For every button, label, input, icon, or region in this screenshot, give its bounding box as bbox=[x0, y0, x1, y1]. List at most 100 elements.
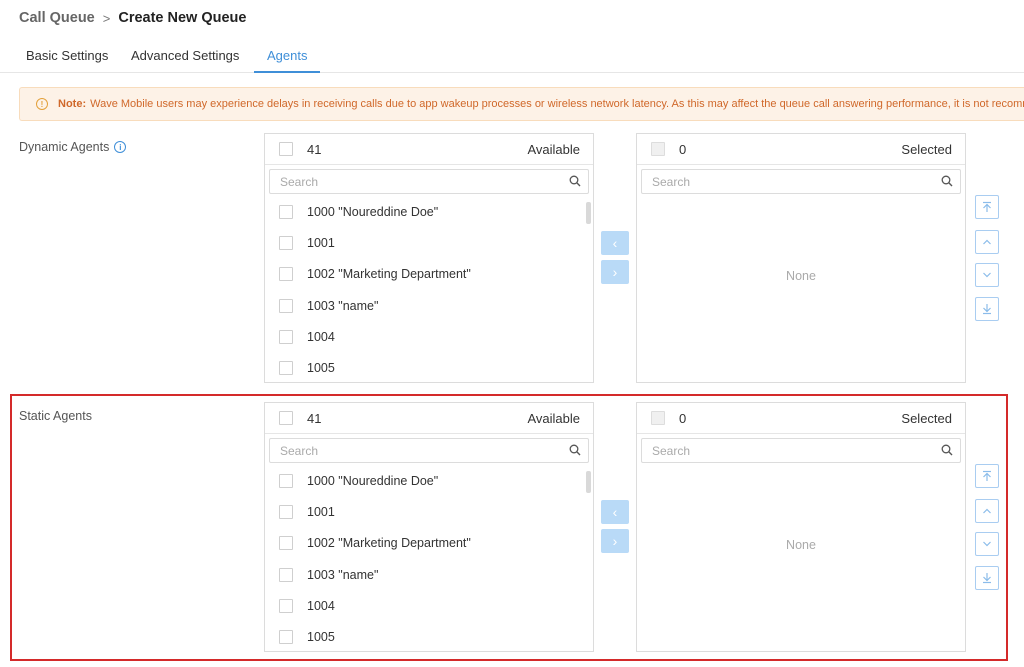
list-item[interactable]: 1002 "Marketing Department" bbox=[265, 528, 581, 559]
search-box bbox=[641, 169, 961, 194]
dynamic-selected-panel: 0 Selected None bbox=[636, 133, 966, 383]
item-checkbox[interactable] bbox=[279, 267, 293, 282]
panel-header: 41 Available bbox=[265, 134, 593, 165]
dynamic-agents-label-text: Dynamic Agents bbox=[19, 140, 110, 154]
dynamic-agents-label: Dynamic Agents i bbox=[19, 140, 127, 154]
item-label: 1000 "Noureddine Doe" bbox=[307, 473, 439, 488]
move-right-button[interactable]: › bbox=[601, 260, 629, 284]
item-checkbox[interactable] bbox=[279, 298, 293, 313]
available-count: 41 bbox=[307, 141, 322, 157]
move-bottom-icon bbox=[983, 304, 991, 315]
tab-basic-settings[interactable]: Basic Settings bbox=[26, 48, 108, 73]
item-checkbox[interactable] bbox=[279, 504, 293, 519]
search-icon[interactable] bbox=[569, 175, 581, 187]
item-label: 1003 "name" bbox=[307, 298, 379, 313]
move-down-button[interactable] bbox=[975, 532, 999, 556]
move-right-button[interactable]: › bbox=[601, 529, 629, 553]
search-icon[interactable] bbox=[941, 444, 953, 456]
search-box bbox=[269, 438, 589, 463]
agent-list: 1000 "Noureddine Doe" 1001 1002 "Marketi… bbox=[265, 465, 581, 653]
item-checkbox[interactable] bbox=[279, 235, 293, 250]
item-checkbox[interactable] bbox=[279, 598, 293, 613]
list-item[interactable]: 1000 "Noureddine Doe" bbox=[265, 465, 581, 496]
item-checkbox[interactable] bbox=[279, 567, 293, 582]
dynamic-available-panel: 41 Available 1000 "Noureddine Doe" 1001 … bbox=[264, 133, 594, 383]
item-checkbox[interactable] bbox=[279, 329, 293, 344]
list-item[interactable]: 1000 "Noureddine Doe" bbox=[265, 196, 581, 227]
breadcrumb-separator: > bbox=[102, 10, 111, 26]
move-bottom-button[interactable] bbox=[975, 566, 999, 590]
page-title: Create New Queue bbox=[118, 10, 247, 26]
breadcrumb-parent[interactable]: Call Queue bbox=[19, 10, 95, 26]
list-item[interactable]: 1001 bbox=[265, 496, 581, 527]
item-label: 1001 bbox=[307, 235, 335, 250]
item-label: 1001 bbox=[307, 504, 335, 519]
list-item[interactable]: 1005 bbox=[265, 352, 581, 383]
available-count: 41 bbox=[307, 410, 322, 426]
item-label: 1000 "Noureddine Doe" bbox=[307, 204, 439, 219]
selected-count: 0 bbox=[679, 410, 687, 426]
move-bottom-icon bbox=[983, 573, 991, 584]
tab-agents[interactable]: Agents bbox=[254, 48, 321, 73]
move-left-button[interactable]: ‹ bbox=[601, 231, 629, 255]
search-box bbox=[269, 169, 589, 194]
search-input[interactable] bbox=[642, 439, 932, 462]
static-agents-label-text: Static Agents bbox=[19, 409, 92, 423]
list-item[interactable]: 1003 "name" bbox=[265, 559, 581, 590]
item-label: 1003 "name" bbox=[307, 567, 379, 582]
static-selected-panel: 0 Selected None bbox=[636, 402, 966, 652]
search-input[interactable] bbox=[270, 170, 560, 193]
panel-header: 0 Selected bbox=[637, 134, 965, 165]
scrollbar[interactable] bbox=[586, 471, 591, 493]
search-input[interactable] bbox=[270, 439, 560, 462]
list-item[interactable]: 1004 bbox=[265, 321, 581, 352]
item-checkbox[interactable] bbox=[279, 473, 293, 488]
search-icon[interactable] bbox=[569, 444, 581, 456]
warning-icon: ! bbox=[36, 98, 48, 110]
search-icon[interactable] bbox=[941, 175, 953, 187]
panel-title: Available bbox=[527, 410, 580, 426]
move-top-icon bbox=[983, 470, 991, 481]
panel-title: Selected bbox=[901, 141, 952, 157]
note-label: Note: bbox=[58, 98, 87, 110]
list-item[interactable]: 1004 bbox=[265, 590, 581, 621]
item-label: 1005 bbox=[307, 361, 335, 376]
selected-count: 0 bbox=[679, 141, 687, 157]
panel-header: 0 Selected bbox=[637, 403, 965, 434]
list-item[interactable]: 1005 bbox=[265, 621, 581, 652]
tab-advanced-settings[interactable]: Advanced Settings bbox=[131, 48, 239, 73]
item-label: 1005 bbox=[307, 630, 335, 645]
move-down-button[interactable] bbox=[975, 263, 999, 287]
move-top-button[interactable] bbox=[975, 464, 999, 488]
list-item[interactable]: 1001 bbox=[265, 227, 581, 258]
list-item[interactable]: 1002 "Marketing Department" bbox=[265, 259, 581, 290]
select-all-checkbox[interactable] bbox=[651, 411, 665, 425]
move-up-button[interactable] bbox=[975, 499, 999, 523]
select-all-checkbox[interactable] bbox=[279, 142, 293, 156]
chevron-down-icon bbox=[983, 272, 991, 278]
warning-banner: ! Note: Wave Mobile users may experience… bbox=[19, 87, 1024, 121]
select-all-checkbox[interactable] bbox=[279, 411, 293, 425]
item-label: 1002 "Marketing Department" bbox=[307, 536, 471, 551]
item-label: 1004 bbox=[307, 329, 335, 344]
item-checkbox[interactable] bbox=[279, 204, 293, 219]
select-all-checkbox[interactable] bbox=[651, 142, 665, 156]
info-icon[interactable]: i bbox=[114, 141, 127, 153]
empty-state: None bbox=[786, 538, 816, 552]
chevron-up-icon bbox=[983, 508, 991, 514]
scrollbar[interactable] bbox=[586, 202, 591, 224]
move-up-button[interactable] bbox=[975, 230, 999, 254]
chevron-up-icon bbox=[983, 239, 991, 245]
search-input[interactable] bbox=[642, 170, 932, 193]
static-available-panel: 41 Available 1000 "Noureddine Doe" 1001 … bbox=[264, 402, 594, 652]
item-checkbox[interactable] bbox=[279, 630, 293, 645]
list-item[interactable]: 1003 "name" bbox=[265, 290, 581, 321]
static-agents-label: Static Agents bbox=[19, 409, 92, 423]
move-bottom-button[interactable] bbox=[975, 297, 999, 321]
item-label: 1002 "Marketing Department" bbox=[307, 267, 471, 282]
item-checkbox[interactable] bbox=[279, 361, 293, 376]
tab-bar: Basic Settings Advanced Settings Agents bbox=[0, 40, 1024, 73]
move-left-button[interactable]: ‹ bbox=[601, 500, 629, 524]
move-top-button[interactable] bbox=[975, 195, 999, 219]
item-checkbox[interactable] bbox=[279, 536, 293, 551]
